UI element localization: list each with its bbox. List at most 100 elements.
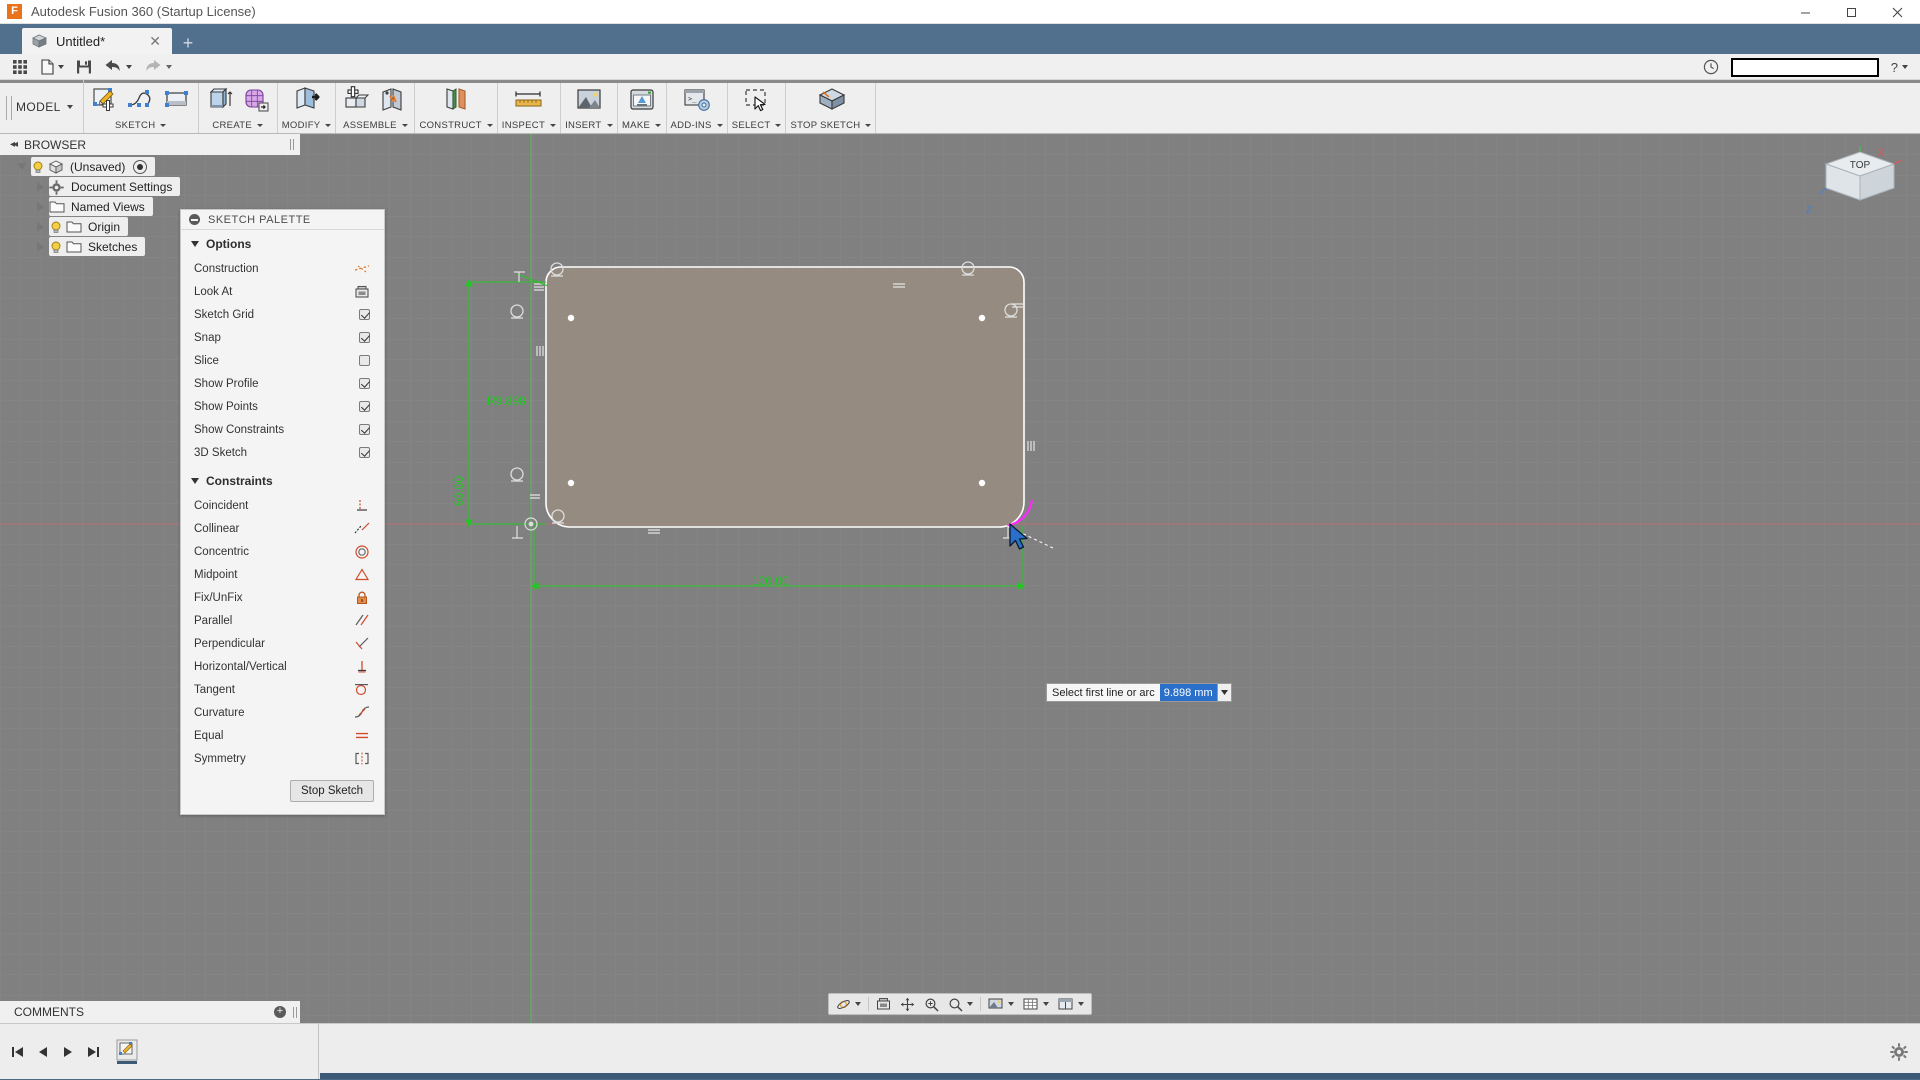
stop-sketch-button[interactable]	[811, 84, 851, 116]
close-button[interactable]	[1874, 0, 1920, 24]
perpendicular-icon[interactable]	[354, 637, 370, 651]
chevron-down-icon[interactable]	[855, 1002, 861, 1006]
palette-row-concentric[interactable]: Concentric	[181, 540, 384, 563]
joint-button[interactable]	[376, 84, 410, 116]
select-button[interactable]	[737, 84, 777, 116]
chevron-down-icon[interactable]	[126, 64, 132, 69]
undo-button[interactable]	[98, 55, 138, 79]
palette-row-show-constraints[interactable]: Show Constraints	[181, 418, 384, 441]
add-comment-icon[interactable]: +	[274, 1006, 286, 1018]
new-tab-button[interactable]: +	[175, 32, 201, 54]
viewports-button[interactable]	[1054, 994, 1088, 1014]
palette-row-sketch-grid[interactable]: Sketch Grid	[181, 303, 384, 326]
timeline-prev-button[interactable]	[33, 1042, 53, 1062]
equal-icon[interactable]	[354, 729, 370, 743]
snap-checkbox[interactable]	[359, 332, 370, 343]
chevron-down-icon[interactable]	[1078, 1002, 1084, 1006]
create-form-button[interactable]	[239, 84, 273, 116]
insert-decal-button[interactable]	[569, 84, 609, 116]
ribbon-group-label[interactable]: ADD-INS	[671, 120, 723, 133]
command-input-tooltip[interactable]: Select first line or arc 9.898 mm	[1046, 683, 1232, 702]
chevron-down-icon[interactable]	[716, 124, 723, 127]
palette-row-fix-unfix[interactable]: Fix/UnFix	[181, 586, 384, 609]
palette-row-3d-sketch[interactable]: 3D Sketch	[181, 441, 384, 464]
command-value-input[interactable]: 9.898 mm	[1159, 683, 1217, 702]
chevron-down-icon[interactable]	[166, 64, 172, 69]
document-tab[interactable]: Untitled* ✕	[22, 28, 172, 54]
collinear-icon[interactable]	[354, 522, 370, 536]
extrude-button[interactable]	[203, 84, 237, 116]
chevron-down-icon[interactable]	[58, 64, 64, 69]
ribbon-group-label[interactable]: MODIFY	[282, 120, 332, 133]
chevron-down-icon[interactable]	[1008, 1002, 1014, 1006]
midpoint-icon[interactable]	[354, 568, 370, 582]
ribbon-group-label[interactable]: SKETCH	[115, 120, 167, 133]
expand-toggle-icon[interactable]	[31, 217, 49, 236]
show-profile-checkbox[interactable]	[359, 378, 370, 389]
job-status-button[interactable]	[1697, 55, 1725, 79]
width-dimension-label[interactable]: 120.00	[752, 574, 789, 588]
spline-button[interactable]	[124, 84, 158, 116]
palette-row-show-points[interactable]: Show Points	[181, 395, 384, 418]
ribbon-group-label[interactable]: INSERT	[565, 120, 613, 133]
expand-toggle-icon[interactable]	[31, 237, 49, 256]
palette-row-horizontal-vertical[interactable]: Horizontal/Vertical	[181, 655, 384, 678]
sketch-feature-node[interactable]	[116, 1039, 138, 1065]
3d-print-button[interactable]	[622, 84, 662, 116]
palette-row-equal[interactable]: Equal	[181, 724, 384, 747]
palette-row-look-at[interactable]: Look At	[181, 280, 384, 303]
palette-row-tangent[interactable]: Tangent	[181, 678, 384, 701]
coincident-icon[interactable]	[354, 499, 370, 513]
chevron-down-icon[interactable]	[1043, 1002, 1049, 1006]
chevron-down-icon[interactable]	[486, 124, 493, 127]
ribbon-group-label[interactable]: CONSTRUCT	[419, 120, 493, 133]
chevron-down-icon[interactable]	[401, 124, 408, 127]
palette-row-midpoint[interactable]: Midpoint	[181, 563, 384, 586]
chevron-down-icon[interactable]	[606, 124, 613, 127]
comments-panel-header[interactable]: COMMENTS +	[0, 1001, 300, 1023]
chevron-down-icon[interactable]	[66, 104, 73, 109]
chevron-down-icon[interactable]	[655, 124, 662, 127]
comments-resize-grip[interactable]	[293, 1006, 297, 1018]
create-sketch-button[interactable]	[88, 84, 122, 116]
offset-plane-button[interactable]	[436, 84, 476, 116]
help-button[interactable]: ?	[1885, 55, 1914, 79]
timeline-track[interactable]	[320, 1073, 1920, 1079]
rectangle-button[interactable]	[160, 84, 194, 116]
press-pull-button[interactable]	[287, 84, 327, 116]
collapse-browser-icon[interactable]: ◂◂	[10, 139, 18, 150]
collapse-icon[interactable]	[189, 214, 200, 225]
palette-row-show-profile[interactable]: Show Profile	[181, 372, 384, 395]
chevron-down-icon[interactable]	[160, 124, 167, 127]
view-cube[interactable]: TOP X Z	[1806, 144, 1903, 216]
3d-sketch-checkbox[interactable]	[359, 447, 370, 458]
palette-row-perpendicular[interactable]: Perpendicular	[181, 632, 384, 655]
parallel-icon[interactable]	[354, 614, 370, 628]
look-at-icon[interactable]	[354, 285, 370, 299]
chevron-down-icon[interactable]	[967, 1002, 973, 1006]
fillet-radius-label[interactable]: R9.898	[487, 394, 526, 408]
app-grid-button[interactable]	[6, 55, 34, 79]
chevron-down-icon[interactable]	[325, 124, 332, 127]
grid-snaps-button[interactable]	[1019, 994, 1053, 1014]
chevron-down-icon[interactable]	[1216, 683, 1232, 702]
timeline-end-button[interactable]	[83, 1042, 103, 1062]
ribbon-group-label[interactable]: SELECT	[732, 120, 782, 133]
new-component-button[interactable]	[340, 84, 374, 116]
minimize-button[interactable]	[1782, 0, 1828, 24]
ribbon-group-label[interactable]: MAKE	[622, 120, 662, 133]
timeline-begin-button[interactable]	[8, 1042, 28, 1062]
curvature-icon[interactable]	[354, 706, 370, 720]
workspace-selector[interactable]: MODEL	[0, 80, 84, 133]
close-icon[interactable]: ✕	[144, 33, 166, 50]
tangent-icon[interactable]	[354, 683, 370, 697]
save-button[interactable]	[70, 55, 98, 79]
palette-row-parallel[interactable]: Parallel	[181, 609, 384, 632]
palette-row-coincident[interactable]: Coincident	[181, 494, 384, 517]
new-file-button[interactable]	[34, 55, 70, 79]
ribbon-group-label[interactable]: INSPECT	[502, 120, 557, 133]
symmetry-icon[interactable]	[354, 752, 370, 766]
chevron-down-icon[interactable]	[550, 124, 557, 127]
horiz-vert-icon[interactable]	[354, 660, 370, 674]
lightbulb-icon[interactable]	[31, 160, 45, 174]
